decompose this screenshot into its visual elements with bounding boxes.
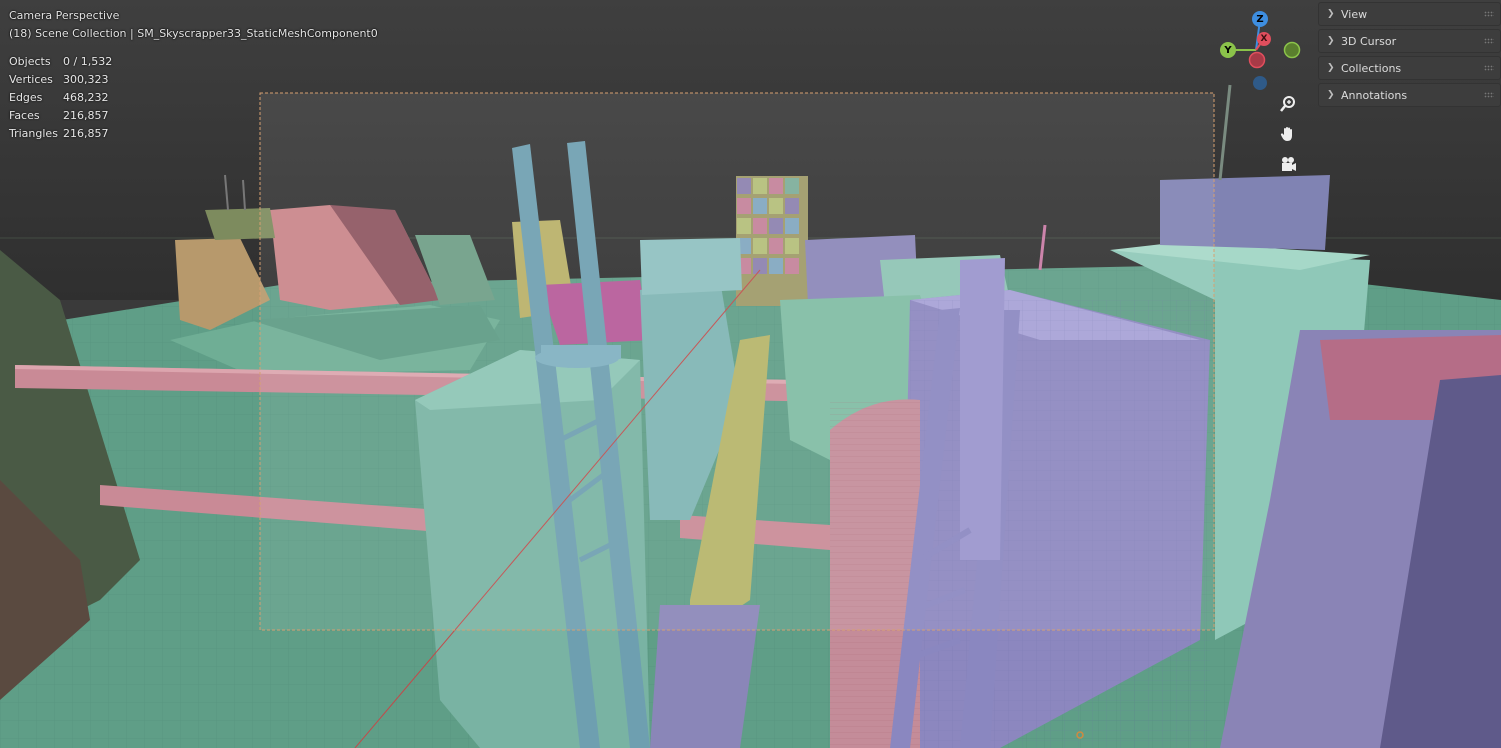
zoom-icon-glyph [1280,96,1295,112]
drag-grip-icon[interactable] [1484,11,1494,17]
zoom-icon[interactable] [1276,92,1300,116]
stat-row-objects: Objects 0 / 1,532 [9,55,112,73]
chevron-right-icon: ❯ [1327,90,1335,100]
navigation-gizmo[interactable]: Z Y X [1218,8,1302,92]
sidebar-panel: ❯ View ❯ 3D Cursor ❯ Collections ❯ Annot… [1318,2,1501,110]
viewport-scene-info: (18) Scene Collection | SM_Skyscrapper33… [9,27,378,40]
panel-label: 3D Cursor [1341,34,1397,48]
stat-label: Faces [9,109,40,122]
gizmo-y-axis[interactable]: Y [1220,42,1236,58]
chevron-right-icon: ❯ [1327,63,1335,73]
chevron-right-icon: ❯ [1327,9,1335,19]
hand-pan-icon-glyph [1280,127,1292,141]
gizmo-y-label: Y [1224,44,1232,56]
stat-label: Objects [9,55,51,68]
gizmo-x-label: X [1260,34,1268,44]
panel-view[interactable]: ❯ View [1318,2,1501,26]
viewport-camera-title: Camera Perspective [9,9,120,22]
panel-label: Annotations [1341,88,1408,102]
stat-row-edges: Edges 468,232 [9,91,112,109]
stat-value: 300,323 [63,73,109,86]
drag-grip-icon[interactable] [1484,92,1494,98]
3d-viewport[interactable] [0,0,1501,748]
stat-value: 216,857 [63,127,109,140]
chevron-right-icon: ❯ [1327,36,1335,46]
panel-label: View [1341,7,1368,21]
stat-row-faces: Faces 216,857 [9,109,112,127]
camera-view-icon-glyph [1282,157,1296,171]
panel-collections[interactable]: ❯ Collections [1318,56,1501,80]
panel-3d-cursor[interactable]: ❯ 3D Cursor [1318,29,1501,53]
panel-annotations[interactable]: ❯ Annotations [1318,83,1501,107]
stat-label: Triangles [9,127,58,140]
stat-value: 0 / 1,532 [63,55,113,68]
hand-pan-icon[interactable] [1276,122,1300,146]
gizmo-z-label: Z [1256,13,1264,25]
scene-statistics: Objects 0 / 1,532 Vertices 300,323 Edges… [9,55,112,145]
stat-label: Vertices [9,73,53,86]
gizmo-x-axis[interactable]: X [1257,32,1271,46]
drag-grip-icon[interactable] [1484,65,1494,71]
stat-label: Edges [9,91,43,104]
camera-view-icon[interactable] [1276,152,1300,176]
stat-row-triangles: Triangles 216,857 [9,127,112,145]
stat-value: 468,232 [63,91,109,104]
stat-row-vertices: Vertices 300,323 [9,73,112,91]
stat-value: 216,857 [63,109,109,122]
gizmo-z-axis[interactable]: Z [1252,11,1268,27]
drag-grip-icon[interactable] [1484,38,1494,44]
scene-render [0,0,1501,748]
panel-label: Collections [1341,61,1402,75]
